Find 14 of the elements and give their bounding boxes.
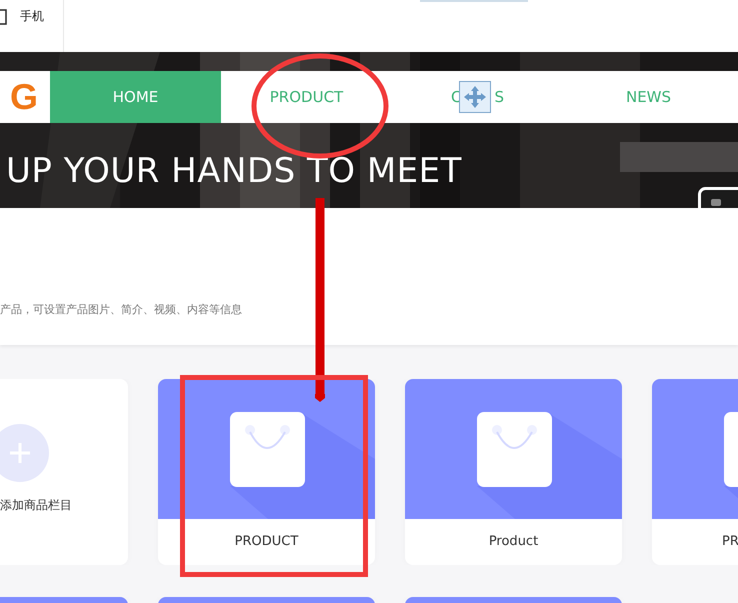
section-description: 产品，可设置产品图片、简介、视频、内容等信息 <box>0 302 242 318</box>
banner-headline: UP YOUR HANDS TO MEET <box>6 151 463 191</box>
plus-icon <box>0 423 50 483</box>
phone-icon <box>0 9 8 25</box>
add-card[interactable]: 添加商品栏目 <box>0 379 128 565</box>
product-card[interactable]: PRODUCT <box>158 379 375 565</box>
product-card[interactable]: Product <box>405 379 622 565</box>
product-label: Product <box>488 533 540 551</box>
product-label: PRODUCT <box>234 533 300 551</box>
nav-item-text: S <box>494 88 504 106</box>
add-card-label: 添加商品栏目 <box>0 497 72 514</box>
move-icon <box>459 81 492 113</box>
device-label[interactable]: 手机 <box>20 8 44 25</box>
logo: G <box>8 75 39 119</box>
